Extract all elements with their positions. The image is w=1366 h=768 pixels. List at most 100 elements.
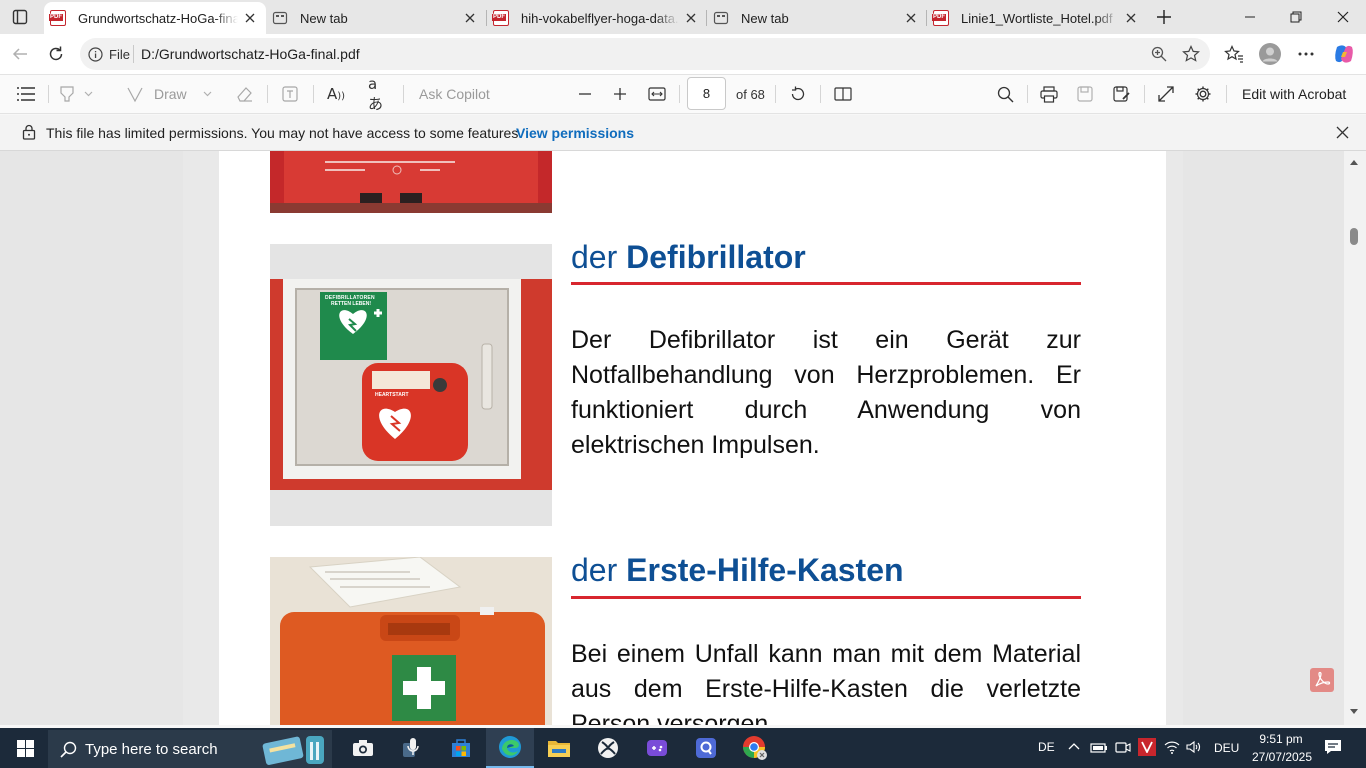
- meet-now-icon[interactable]: [1115, 740, 1131, 754]
- entry-description: Bei einem Unfall kann man mit dem Materi…: [571, 640, 1081, 725]
- search-highlight-icon[interactable]: [262, 732, 328, 766]
- close-info-bar-button[interactable]: [1332, 122, 1352, 142]
- tab-1[interactable]: PDF Grundwortschatz-HoGa-final.pdf: [44, 2, 266, 34]
- search-icon: [60, 741, 77, 758]
- battery-icon[interactable]: [1090, 740, 1108, 754]
- tab-5[interactable]: PDF Linie1_Wortliste_Hotel.pdf: [927, 2, 1147, 34]
- search-icon: [997, 86, 1014, 103]
- close-tab-icon[interactable]: [458, 6, 482, 30]
- close-tab-icon[interactable]: [899, 6, 923, 30]
- page-view-button[interactable]: [832, 83, 854, 105]
- contents-button[interactable]: [15, 83, 37, 105]
- rotate-icon: [789, 85, 807, 103]
- security-app-icon[interactable]: [1138, 738, 1156, 756]
- language-code[interactable]: DEU: [1214, 741, 1239, 755]
- settings-more-button[interactable]: [1294, 42, 1318, 66]
- pdf-settings-button[interactable]: [1192, 83, 1214, 105]
- show-hidden-icons-button[interactable]: [1068, 742, 1080, 750]
- scroll-down-arrow-icon[interactable]: [1349, 708, 1359, 716]
- wifi-icon[interactable]: [1164, 740, 1180, 754]
- url-text[interactable]: D:/Grundwortschatz-HoGa-final.pdf: [141, 45, 360, 63]
- print-button[interactable]: [1038, 83, 1060, 105]
- edit-with-acrobat-button[interactable]: Edit with Acrobat: [1242, 86, 1346, 102]
- save-button[interactable]: [1074, 83, 1096, 105]
- ask-copilot-button[interactable]: Ask Copilot: [419, 86, 490, 102]
- save-icon: [1077, 86, 1093, 102]
- copilot-button[interactable]: [1331, 41, 1357, 67]
- read-aloud-button[interactable]: A)): [324, 83, 348, 105]
- tab-4[interactable]: New tab: [707, 2, 927, 34]
- toolbar-divider: [48, 85, 49, 103]
- avatar: [1259, 43, 1281, 65]
- camera-app-button[interactable]: [348, 733, 378, 763]
- notification-center-button[interactable]: [1324, 738, 1342, 756]
- favorite-button[interactable]: [1180, 43, 1202, 65]
- language-short[interactable]: DE: [1038, 740, 1055, 754]
- xbox-button[interactable]: [593, 733, 623, 763]
- restore-button[interactable]: [1281, 6, 1311, 28]
- highlight-button[interactable]: [58, 83, 104, 105]
- save-as-button[interactable]: [1111, 83, 1133, 105]
- start-button[interactable]: [10, 733, 40, 763]
- microsoft-store-button[interactable]: [446, 733, 476, 763]
- chrome-app-button[interactable]: [740, 733, 770, 763]
- find-button[interactable]: [994, 83, 1016, 105]
- back-arrow-icon: [12, 46, 28, 62]
- favorites-button[interactable]: [1222, 43, 1246, 65]
- scroll-up-arrow-icon[interactable]: [1349, 158, 1359, 166]
- fullscreen-button[interactable]: [1155, 83, 1177, 105]
- close-icon: [1336, 126, 1349, 139]
- voice-recorder-button[interactable]: [397, 733, 427, 763]
- minimize-button[interactable]: [1235, 6, 1265, 28]
- chevron-up-icon: [1068, 742, 1080, 750]
- page-number-input[interactable]: 8: [687, 77, 726, 110]
- zoom-button[interactable]: [1148, 43, 1170, 65]
- photo-defibrillator: [270, 279, 552, 490]
- tab-actions-button[interactable]: [8, 5, 32, 29]
- tab-title: Linie1_Wortliste_Hotel.pdf: [961, 10, 1113, 26]
- back-button[interactable]: [8, 42, 32, 66]
- acrobat-icon[interactable]: [1310, 668, 1334, 692]
- tab-2[interactable]: New tab: [266, 2, 486, 34]
- translate-button[interactable]: aあ: [368, 75, 392, 113]
- toolbar-divider: [679, 85, 680, 103]
- close-tab-icon[interactable]: [1119, 6, 1143, 30]
- zoom-in-button[interactable]: [609, 83, 631, 105]
- store-icon: [450, 737, 472, 759]
- edge-app-button[interactable]: [486, 728, 534, 768]
- fit-page-button[interactable]: [646, 83, 668, 105]
- info-icon: [88, 46, 103, 62]
- read-aloud-icon: A)): [326, 85, 346, 103]
- view-permissions-link[interactable]: View permissions: [516, 125, 634, 141]
- toolbar-divider: [267, 85, 268, 103]
- text-box-icon: [281, 85, 299, 103]
- tab-3[interactable]: PDF hih-vokabelflyer-hoga-data.pdf: [487, 2, 707, 34]
- add-text-button[interactable]: [279, 83, 301, 105]
- quick-assist-button[interactable]: [691, 733, 721, 763]
- clock-date[interactable]: 27/07/2025: [1248, 750, 1316, 764]
- eraser-button[interactable]: [233, 83, 255, 105]
- new-tab-button[interactable]: [1151, 4, 1177, 30]
- close-tab-icon[interactable]: [238, 6, 262, 30]
- profile-button[interactable]: [1258, 42, 1282, 66]
- close-window-button[interactable]: [1328, 6, 1358, 28]
- clipchamp-button[interactable]: [642, 733, 672, 763]
- tab-title: Grundwortschatz-HoGa-final.pdf: [78, 10, 238, 26]
- refresh-button[interactable]: [44, 42, 68, 66]
- article: der: [571, 552, 618, 588]
- file-explorer-button[interactable]: [544, 733, 574, 763]
- more-dots-icon: [1298, 52, 1314, 56]
- close-tab-icon[interactable]: [679, 6, 703, 30]
- draw-button[interactable]: Draw: [126, 83, 218, 105]
- clock-time[interactable]: 9:51 pm: [1256, 732, 1306, 746]
- site-info-button[interactable]: File: [86, 42, 132, 66]
- search-placeholder: Type here to search: [85, 740, 218, 758]
- sign-text-line2: RETTEN LEBEN!: [331, 301, 371, 307]
- volume-icon[interactable]: [1186, 740, 1202, 754]
- rotate-button[interactable]: [787, 83, 809, 105]
- zoom-out-button[interactable]: [574, 83, 596, 105]
- scroll-thumb[interactable]: [1350, 228, 1358, 245]
- plus-icon: [614, 88, 626, 100]
- minimize-icon: [1245, 12, 1255, 22]
- copilot-icon: [1333, 43, 1355, 65]
